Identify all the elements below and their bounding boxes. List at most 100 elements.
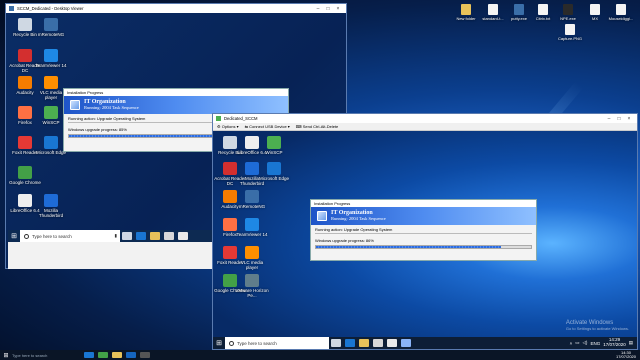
host-desktop-icon-label: putty.exe <box>511 16 527 21</box>
host-desktop-icon-icon <box>514 4 524 15</box>
microphone-icon: ▮ <box>114 233 117 238</box>
host-desktop-icon-icon <box>616 4 626 15</box>
desktop-shortcut-icon <box>44 18 58 31</box>
host-chrome-icon[interactable] <box>98 352 108 358</box>
host-outlook-icon[interactable] <box>126 352 136 358</box>
connect-usb-button[interactable]: ⇆ Connect USB Device ▾ <box>245 124 290 129</box>
options-menu[interactable]: ⚙ Options ▾ <box>217 124 239 129</box>
desktop-shortcut-icon <box>18 136 32 149</box>
explorer-icon[interactable] <box>359 339 369 347</box>
host-edge-icon[interactable] <box>84 352 94 358</box>
host-desktop-icon[interactable]: MX <box>582 4 608 21</box>
desktop-shortcut-icon <box>44 194 58 207</box>
host-desktop-icon[interactable]: standard-t... <box>480 4 506 21</box>
desktop-shortcut-icon <box>18 18 32 31</box>
maximize-button[interactable]: □ <box>323 6 333 12</box>
desktop-shortcut[interactable]: Mozilla Thunderbird <box>34 194 68 218</box>
volume-icon[interactable]: ◁) <box>582 340 587 346</box>
desktop-shortcut-label: mRemoteNG <box>37 32 65 37</box>
minimize-button[interactable]: – <box>313 6 323 12</box>
edge-icon[interactable] <box>136 232 146 240</box>
close-button[interactable]: × <box>333 6 343 12</box>
vm-desktop-shortcut-icon <box>245 246 259 259</box>
store-icon[interactable] <box>164 232 174 240</box>
host-start-button[interactable]: ⊞ <box>0 352 12 359</box>
task-view-icon[interactable] <box>331 339 341 347</box>
store-icon[interactable] <box>373 339 383 347</box>
dialog-banner: IT Organization Running: 2004 Task Seque… <box>64 96 288 114</box>
host-desktop-icon-label: standard-t... <box>482 16 504 21</box>
dialog-header: Installation Progress <box>64 89 288 96</box>
vm-titlebar[interactable]: Dedicated_SCCM – □ × <box>213 114 637 123</box>
vm-start-button[interactable]: ⊞ <box>213 339 225 347</box>
rdp-blank-area <box>8 242 213 269</box>
host-desktop-icon[interactable]: NPE.exe <box>555 4 581 21</box>
vm-clock[interactable]: 14:29 17/07/2020 <box>603 337 626 348</box>
host-desktop-icon[interactable]: New folder <box>453 4 479 21</box>
vm-desktop-shortcut-icon <box>245 274 259 287</box>
vm-window[interactable]: Dedicated_SCCM – □ × ⚙ Options ▾ ⇆ Connect… <box>212 113 638 350</box>
vm-desktop-shortcut[interactable]: Microsoft Edge <box>257 162 291 181</box>
task-view-icon[interactable] <box>122 232 132 240</box>
desktop-shortcut-label: Google Chrome <box>9 180 41 185</box>
vm-upgrade-progress-bar <box>315 245 532 249</box>
vm-maximize-button[interactable]: □ <box>614 116 624 122</box>
vm-desktop-shortcut[interactable]: mRemoteNG <box>235 190 269 209</box>
host-desktop-icon-label: NPE.exe <box>560 16 576 21</box>
vm-task-sequence-name: Running: 2004 Task Sequence <box>331 216 386 222</box>
watermark-sub: Go to Settings to activate Windows. <box>565 326 629 331</box>
task-sequence-icon[interactable] <box>401 339 411 347</box>
vm-toolbar: ⚙ Options ▾ ⇆ Connect USB Device ▾ ⌨ Sen… <box>213 123 637 131</box>
host-citrix-icon[interactable] <box>140 352 150 358</box>
desktop-shortcut[interactable]: Google Chrome <box>8 166 42 185</box>
vm-desktop-shortcut[interactable]: VMware Horizon Pe... <box>235 274 269 298</box>
vm-minimize-button[interactable]: – <box>604 116 614 122</box>
host-desktop-icon-label: New folder <box>456 16 476 21</box>
host-desktop-icon[interactable]: putty.exe <box>506 4 532 21</box>
explorer-icon[interactable] <box>150 232 160 240</box>
language-indicator[interactable]: ENG <box>590 341 600 346</box>
vm-installation-progress-dialog: Installation Progress IT Organization Ru… <box>310 199 537 261</box>
host-desktop-icon-icon <box>565 24 575 35</box>
edge-icon[interactable] <box>345 339 355 347</box>
host-desktop-icon-icon <box>590 4 600 15</box>
computer-icon <box>70 100 80 110</box>
tray-chevron-icon[interactable]: ˄ <box>570 341 573 346</box>
vm-desktop-shortcut-label: Microsoft Edge <box>258 176 289 181</box>
vm-desktop-shortcut-label: TeamViewer 14 <box>236 232 268 237</box>
start-button[interactable]: ⊞ <box>8 232 20 240</box>
activate-watermark: Activate Windows Go to Settings to activ… <box>566 320 629 331</box>
desktop-shortcut-icon <box>44 49 58 62</box>
vm-desktop-shortcut[interactable]: TeamViewer 14 <box>235 218 269 237</box>
mail-icon[interactable] <box>178 232 188 240</box>
search-placeholder: Type here to search <box>32 233 72 239</box>
host-desktop-icon-icon <box>488 4 498 15</box>
desktop-shortcut[interactable]: TeamViewer 14 <box>34 49 68 68</box>
host-desktop-icon-icon <box>461 4 471 15</box>
vm-desktop-shortcut[interactable]: WinSCP <box>257 136 291 155</box>
host-clock[interactable]: 14:30 17/07/2020 <box>616 350 640 360</box>
rdp-titlebar[interactable]: SCCM_Dedicated - Desktop Viewer – □ × <box>6 4 346 13</box>
host-desktop-icon-label: MX <box>592 16 598 21</box>
host-explorer-icon[interactable] <box>112 352 122 358</box>
notification-icon[interactable]: ▤ <box>629 340 633 346</box>
vm-search-box[interactable]: Type here to search <box>225 337 329 349</box>
mail-icon[interactable] <box>387 339 397 347</box>
host-desktop-icon-label: Citrix.txt <box>535 16 551 21</box>
vm-close-button[interactable]: × <box>624 116 634 122</box>
vm-desktop-shortcut[interactable]: VLC media player <box>235 246 269 270</box>
vm-desktop-shortcut-icon <box>245 218 259 231</box>
vm-search-placeholder: Type here to search <box>237 340 277 346</box>
vm-app-icon <box>216 116 221 121</box>
send-cad-button[interactable]: ⌨ Send Ctrl-Alt-Delete <box>296 124 338 129</box>
desktop-shortcut[interactable]: mRemoteNG <box>34 18 68 37</box>
host-desktop-icon[interactable]: Citrix.txt <box>530 4 556 21</box>
host-desktop-icon[interactable]: Mouseidiggi... <box>608 4 634 21</box>
desktop-shortcut-icon <box>44 76 58 89</box>
search-box[interactable]: Type here to search ▮ <box>20 230 120 242</box>
host-search-placeholder[interactable]: Type here to search <box>12 353 82 358</box>
vm-progress-fill <box>316 246 501 248</box>
host-desktop-icon[interactable]: Capture.PNG <box>557 24 583 41</box>
network-icon[interactable]: ▭ <box>575 340 579 346</box>
host-desktop-icon-label: Mouseidiggi... <box>608 16 634 21</box>
